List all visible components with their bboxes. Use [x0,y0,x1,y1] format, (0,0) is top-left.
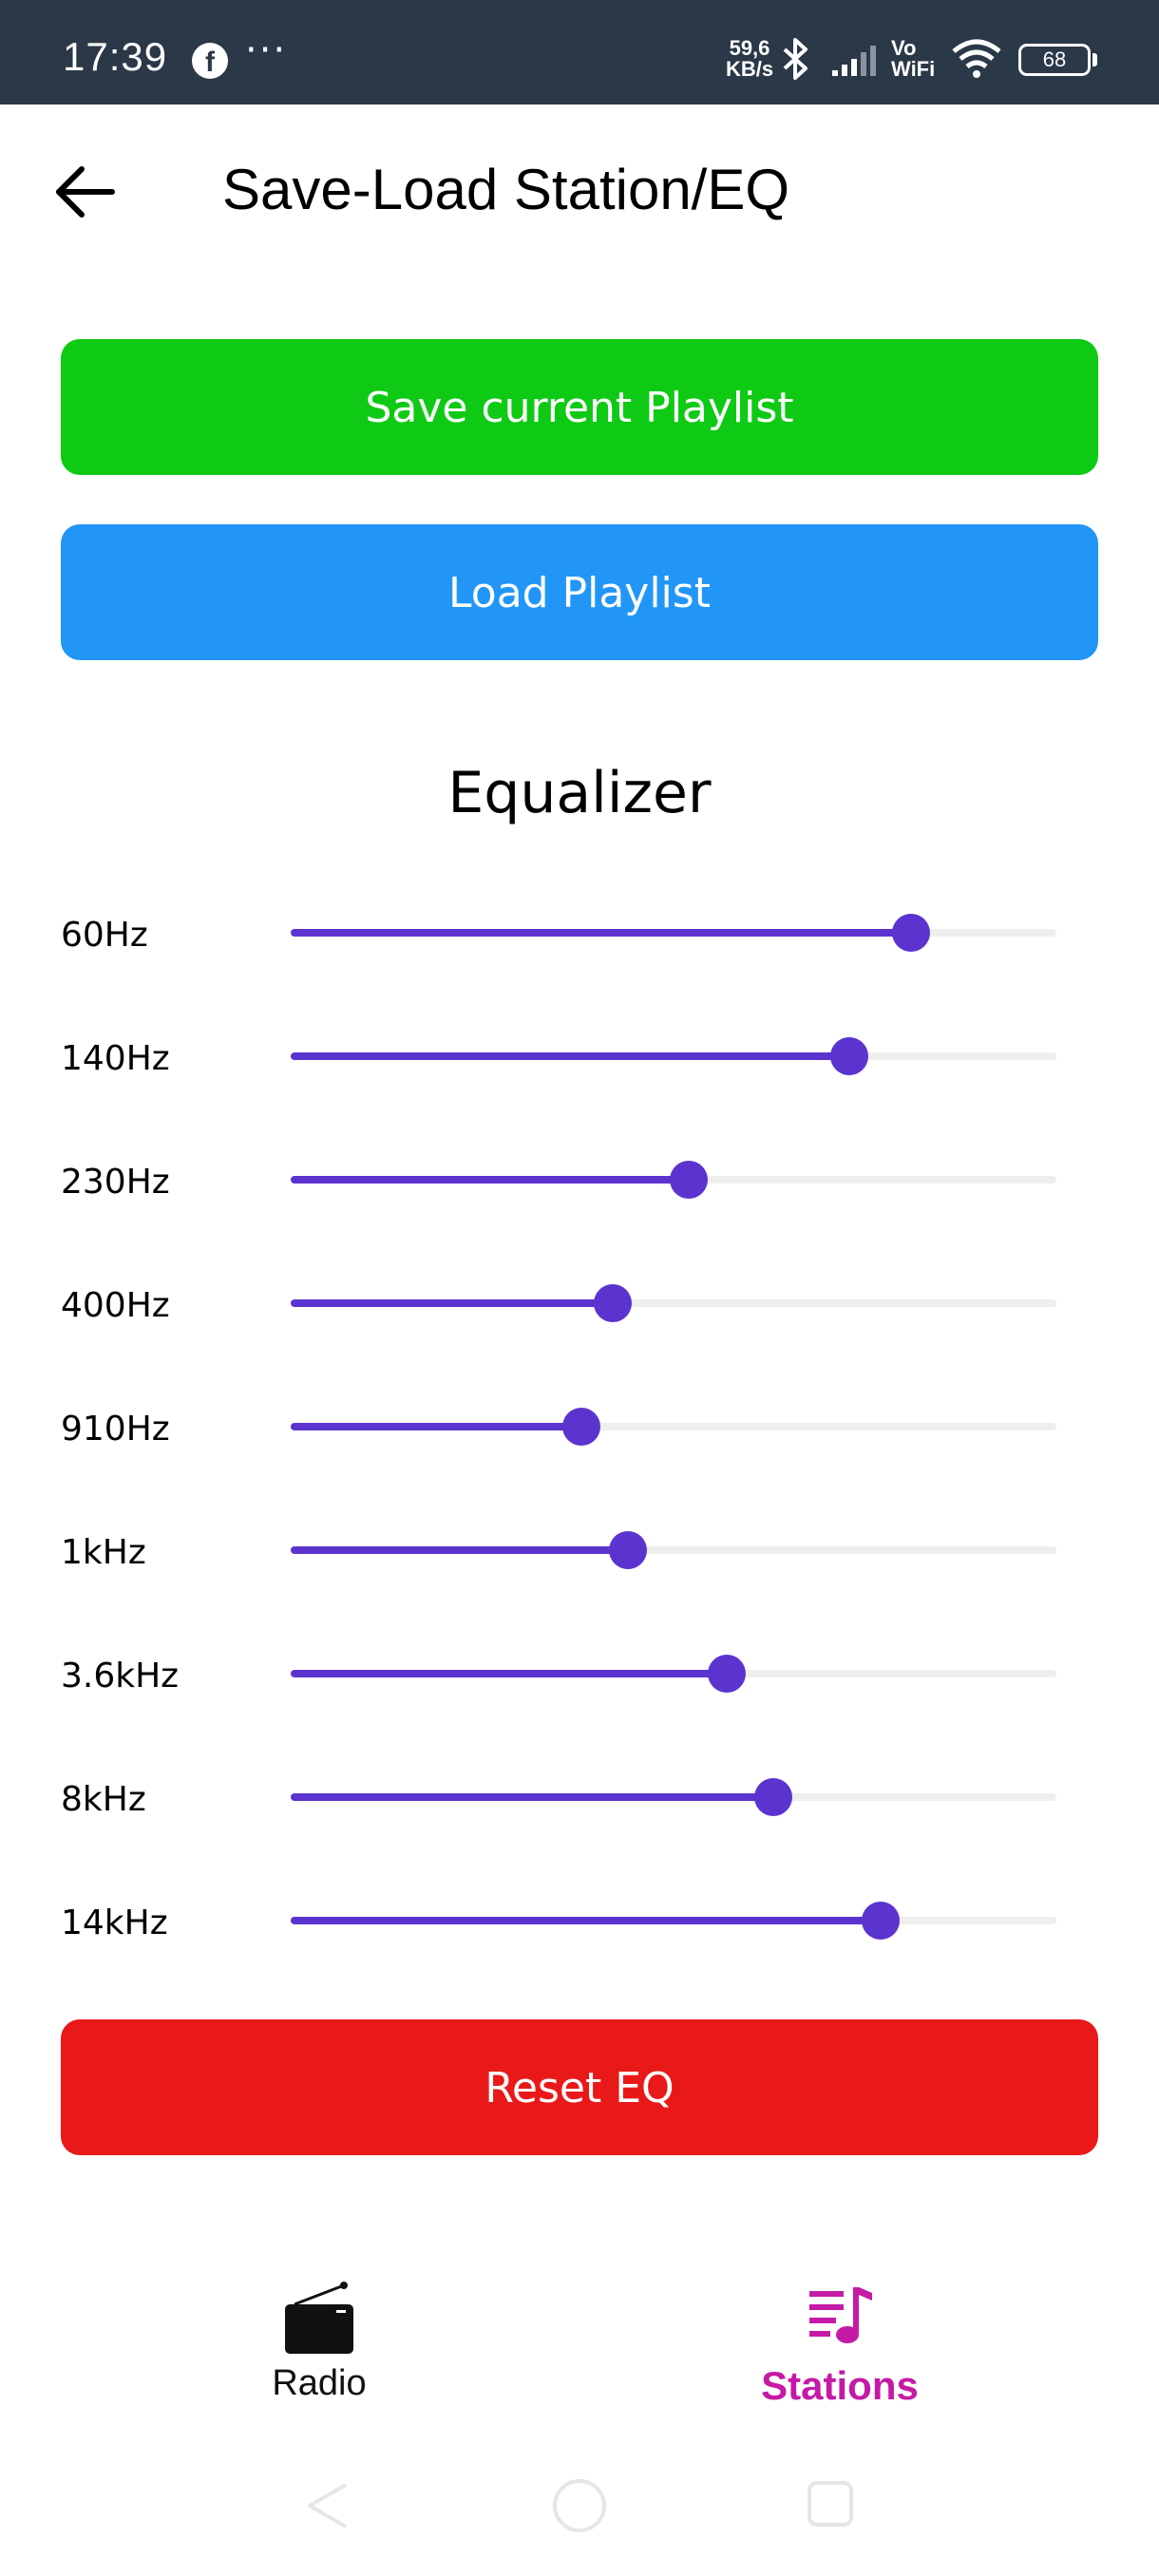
eq-band-row: 140Hz [0,1018,1159,1094]
slider-fill [291,1793,773,1801]
slider-fill [291,1917,881,1924]
slider-thumb[interactable] [830,1037,869,1075]
slider-fill [291,1546,628,1554]
slider-fill [291,1052,850,1060]
page-title: Save-Load Station/EQ [222,158,790,221]
eq-band-label: 230Hz [61,1163,170,1202]
slider-thumb[interactable] [562,1408,601,1446]
network-speed-unit: KB/s [725,57,774,81]
eq-band-slider[interactable] [291,1655,1056,1693]
slider-thumb[interactable] [593,1284,632,1322]
eq-band-label: 3.6kHz [61,1657,180,1695]
eq-band-slider[interactable] [291,1778,1056,1816]
slider-fill [291,1423,582,1430]
save-playlist-button[interactable]: Save current Playlist [61,339,1098,475]
eq-band-slider[interactable] [291,1408,1056,1446]
eq-band-slider[interactable] [291,914,1056,952]
slider-fill [291,929,911,937]
signal-icon [832,46,876,76]
eq-band-slider[interactable] [291,1902,1056,1940]
system-home-icon[interactable] [549,2479,610,2540]
eq-band-label: 14kHz [61,1904,168,1942]
nav-tab-stations[interactable]: Stations [697,2280,982,2422]
radio-icon [285,2282,353,2354]
arrow-left-icon [56,166,115,218]
facebook-icon: f [192,43,228,79]
eq-band-row: 14kHz [0,1883,1159,1959]
slider-thumb[interactable] [708,1655,747,1693]
status-overflow: ··· [245,28,288,72]
vowifi-icon: Vo WiFi [891,38,935,80]
playlist-music-icon [809,2287,872,2343]
slider-thumb[interactable] [753,1778,792,1816]
eq-band-row: 230Hz [0,1142,1159,1218]
eq-band-slider[interactable] [291,1037,1056,1075]
equalizer-title: Equalizer [447,760,712,826]
system-recents-icon[interactable] [806,2479,859,2532]
slider-thumb[interactable] [670,1161,709,1199]
eq-band-row: 8kHz [0,1759,1159,1835]
load-playlist-button[interactable]: Load Playlist [61,524,1098,660]
eq-band-label: 60Hz [61,916,148,955]
vowifi-top: Vo [891,36,917,60]
status-time: 17:39 [63,34,168,79]
eq-band-slider[interactable] [291,1161,1056,1199]
status-bar: 17:39 f ··· 59,6 KB/s Vo WiFi 68 [0,0,1159,104]
eq-band-row: 60Hz [0,895,1159,971]
eq-band-row: 1kHz [0,1512,1159,1588]
slider-thumb[interactable] [861,1902,900,1940]
bluetooth-icon [783,38,808,80]
eq-band-row: 400Hz [0,1265,1159,1341]
eq-band-label: 910Hz [61,1410,170,1449]
eq-band-slider[interactable] [291,1284,1056,1322]
slider-fill [291,1176,690,1184]
system-back-icon[interactable] [300,2479,353,2532]
eq-band-row: 910Hz [0,1389,1159,1465]
eq-band-slider[interactable] [291,1531,1056,1569]
battery-level: 68 [1042,47,1067,71]
battery-tip [1092,53,1097,66]
back-button[interactable] [53,161,120,222]
reset-eq-button[interactable]: Reset EQ [61,2019,1098,2155]
eq-band-label: 8kHz [61,1780,146,1819]
network-speed-value: 59,6 [729,36,770,60]
nav-tab-radio[interactable]: Radio [177,2280,462,2422]
vowifi-bottom: WiFi [891,57,936,81]
eq-band-label: 400Hz [61,1286,170,1325]
eq-band-label: 1kHz [61,1533,146,1572]
slider-fill [291,1670,728,1677]
nav-label-radio: Radio [272,2363,367,2403]
eq-band-row: 3.6kHz [0,1636,1159,1712]
wifi-icon [952,39,1001,78]
slider-thumb[interactable] [608,1531,647,1569]
slider-fill [291,1299,613,1307]
network-speed: 59,6 KB/s [716,38,783,80]
nav-label-stations: Stations [761,2363,919,2408]
slider-thumb[interactable] [891,914,930,952]
battery-icon: 68 [1018,44,1091,76]
eq-band-label: 140Hz [61,1039,170,1078]
